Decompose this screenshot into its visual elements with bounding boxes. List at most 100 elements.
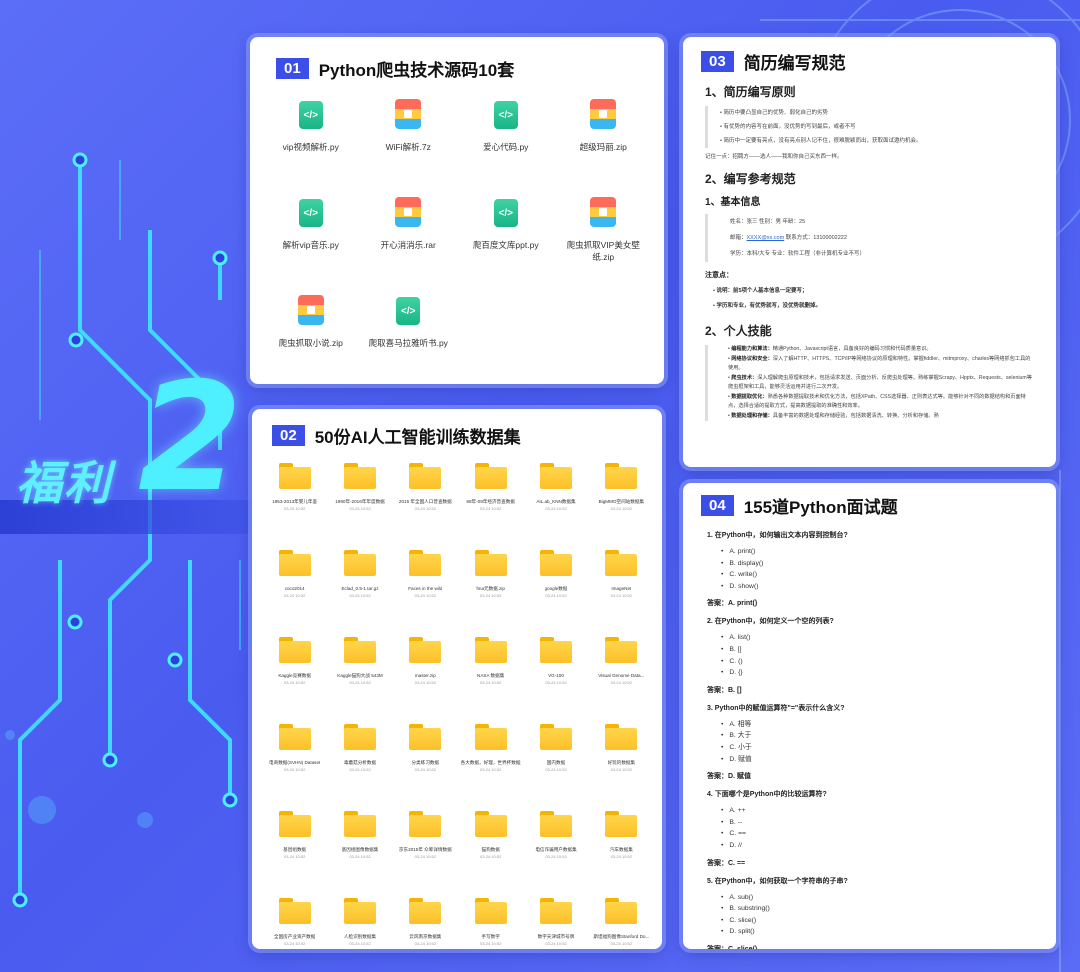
- folder-item[interactable]: 斯坦福狗图像Stanford Do... 03-24 10:52: [589, 896, 654, 949]
- folder-icon: [278, 724, 311, 750]
- answer-option[interactable]: A. ++: [721, 805, 1037, 817]
- folder-icon: [539, 637, 572, 663]
- zip-archive-icon: [395, 197, 422, 227]
- skill-item: • 数据提取优化：熟悉各种数据提取技术和优化方法，包括XPath、CSS选择器、…: [728, 393, 1026, 410]
- basic-info-line: 邮箱：XXXX@xx.com 联系方式：13100002222: [720, 230, 1035, 246]
- folder-item[interactable]: Eclad_0.5-1.tar.gz 03-24 10:52: [327, 548, 392, 635]
- file-item[interactable]: 爬虫抓取VIP美女壁纸.zip: [555, 193, 653, 271]
- folder-date: 03-24 10:52: [545, 854, 567, 859]
- answer-option[interactable]: A. 相等: [721, 719, 1037, 731]
- file-item[interactable]: </> 爬百度文库ppt.py: [457, 193, 555, 271]
- file-name: 爬百度文库ppt.py: [472, 240, 539, 250]
- folder-item[interactable]: 2015 年全国人口普查数据 03-24 10:52: [393, 461, 458, 548]
- folder-item[interactable]: 云风南京数据集 03-24 10:52: [393, 896, 458, 949]
- file-item[interactable]: </> 爬取喜马拉雅听书.py: [360, 291, 458, 369]
- skill-item: • 编程能力和算法：精通Python、Javascript语言，具备良好的编码习…: [728, 346, 932, 352]
- folder-item[interactable]: 猫狗数据 03-24 10:52: [458, 809, 523, 896]
- folder-name: coco2014: [284, 586, 305, 591]
- file-name: vip视频解析.py: [282, 142, 339, 152]
- answer-option[interactable]: C. slice(): [721, 915, 1037, 927]
- folder-icon: [409, 637, 442, 663]
- folder-item[interactable]: ImageNet 03-24 10:52: [589, 548, 654, 635]
- file-item[interactable]: </> 解析vip音乐.py: [262, 193, 360, 271]
- folder-item[interactable]: 人脸识别数据集 03-24 10:52: [327, 896, 392, 949]
- answer-option[interactable]: D. 赋值: [721, 754, 1037, 766]
- answer-option[interactable]: B. substring(): [721, 903, 1037, 915]
- folder-item[interactable]: 电信诈骗用户数据集 03-24 10:52: [523, 809, 588, 896]
- folder-item[interactable]: Kaggle竞赛数据 03-24 10:52: [262, 635, 327, 722]
- answer-option[interactable]: B. display(): [721, 558, 1037, 570]
- folder-item[interactable]: Kaggle猫狗大战 543M 03-24 10:52: [327, 635, 392, 722]
- folder-name: 各大数据，好理，世界杯数据集: [460, 760, 521, 765]
- folder-item[interactable]: AIL.ab_KNN数据集 03-24 10:52: [523, 461, 588, 548]
- answer-option[interactable]: A. print(): [721, 546, 1037, 558]
- folder-item[interactable]: 1990年-2016年年度数据 03-24 10:52: [327, 461, 392, 548]
- answer-option[interactable]: B. --: [721, 817, 1037, 829]
- folder-body: [474, 815, 507, 837]
- folder-item[interactable]: VG-100 03-24 10:52: [523, 635, 588, 722]
- folder-item[interactable]: 全国房产业资产数据 03-24 10:52: [262, 896, 327, 949]
- folder-item[interactable]: fma元数据.zip 03-24 10:52: [458, 548, 523, 635]
- folder-item[interactable]: 好玩的数据集 03-24 10:52: [589, 722, 654, 809]
- folder-item[interactable]: Faces in the wild 03-24 10:52: [393, 548, 458, 635]
- answer-option[interactable]: D. //: [721, 840, 1037, 852]
- folder-item[interactable]: 数字天津城市号牌 03-24 10:52: [523, 896, 588, 949]
- folder-item[interactable]: 京东2015年 众筹详情数据 03-24 10:52: [393, 809, 458, 896]
- zip-archive-icon: [395, 99, 422, 129]
- folder-item[interactable]: 汽车数据集 03-24 10:52: [589, 809, 654, 896]
- answer-option[interactable]: C. ==: [721, 828, 1037, 840]
- file-item[interactable]: </> 爱心代码.py: [457, 95, 555, 173]
- file-item[interactable]: 爬虫抓取小说.zip: [262, 291, 360, 369]
- folder-body: [474, 902, 507, 924]
- folder-name: 基因组图像数据集: [341, 847, 379, 852]
- folder-item[interactable]: google数据 03-24 10:52: [523, 548, 588, 635]
- file-item[interactable]: 超级玛丽.zip: [555, 95, 653, 173]
- folder-icon: [605, 550, 638, 576]
- code-file-icon: </>: [298, 101, 323, 129]
- folder-item[interactable]: 98年-09年经济普查数据 03-24 10:52: [458, 461, 523, 548]
- folder-item[interactable]: 基因组图像数据集 03-24 10:52: [327, 809, 392, 896]
- folder-item[interactable]: Visual Genome Data... 03-24 10:52: [589, 635, 654, 722]
- folder-item[interactable]: coco2014 03-24 10:52: [262, 548, 327, 635]
- answer-option[interactable]: D. split(): [721, 926, 1037, 938]
- answer-option[interactable]: A. list(): [721, 632, 1037, 644]
- section-heading: 1、简历编写原则: [705, 85, 796, 99]
- skill-text: 具备丰富的数据处理和存储经验，包括数据清洗、转换、分析和存储。熟: [772, 412, 939, 419]
- folder-body: [539, 902, 572, 924]
- answer-option[interactable]: D. {}: [721, 667, 1037, 679]
- file-item[interactable]: 开心消消乐.rar: [360, 193, 458, 271]
- folder-item[interactable]: 1953-2013年婴儿年鉴 03-24 10:52: [262, 461, 327, 548]
- folder-item[interactable]: master.zip 03-24 10:52: [393, 635, 458, 722]
- folder-item[interactable]: BigMMO空间站数据集 03-24 10:52: [589, 461, 654, 548]
- folder-item[interactable]: 各大数据，好理，世界杯数据集 03-24 10:52: [458, 722, 523, 809]
- folder-date: 03-24 10:52: [479, 941, 502, 946]
- answer-option[interactable]: C. write(): [721, 569, 1037, 581]
- folder-name: BigMMO空间站数据集: [598, 499, 645, 504]
- folder-item[interactable]: 基因组数据 03-24 10:52: [262, 809, 327, 896]
- folder-name: 汽车数据集: [609, 847, 633, 852]
- folder-date: 03-24 10:52: [479, 680, 502, 685]
- folder-item[interactable]: 手写数字 03-24 10:52: [458, 896, 523, 949]
- card-title: Python爬虫技术源码10套: [318, 61, 515, 80]
- answer-option[interactable]: D. show(): [721, 581, 1037, 593]
- notice-text: 说明：前5项个人基本信息一定要写；: [716, 288, 808, 294]
- folder-item[interactable]: 国内数据 03-24 10:52: [523, 722, 588, 809]
- folder-name: 国内数据: [546, 760, 566, 765]
- folder-item[interactable]: 电商数据(SVHN) Dataset 03-24 10:52: [262, 722, 327, 809]
- email-link[interactable]: XXXX@xx.com: [747, 235, 785, 241]
- folder-item[interactable]: NASA 数据集 03-24 10:52: [458, 635, 523, 722]
- notice-heading: 注意点：: [705, 272, 733, 279]
- source-code-card: 01 Python爬虫技术源码10套 </> vip视频解析.py WiFi解析…: [250, 37, 664, 384]
- answer-option[interactable]: B. []: [721, 644, 1037, 656]
- answer-option[interactable]: B. 大于: [721, 730, 1037, 742]
- folder-body: [539, 467, 572, 489]
- folder-item[interactable]: 毒蘑菇分析数据 03-24 10:52: [327, 722, 392, 809]
- folder-body: [605, 815, 638, 837]
- answer-option[interactable]: C. (): [721, 656, 1037, 668]
- folder-icon: [539, 811, 572, 837]
- file-item[interactable]: WiFi解析.7z: [360, 95, 458, 173]
- answer-option[interactable]: C. 小于: [721, 742, 1037, 754]
- folder-item[interactable]: 分类练习数据 03-24 10:52: [393, 722, 458, 809]
- file-item[interactable]: </> vip视频解析.py: [262, 95, 360, 173]
- answer-option[interactable]: A. sub(): [721, 892, 1037, 904]
